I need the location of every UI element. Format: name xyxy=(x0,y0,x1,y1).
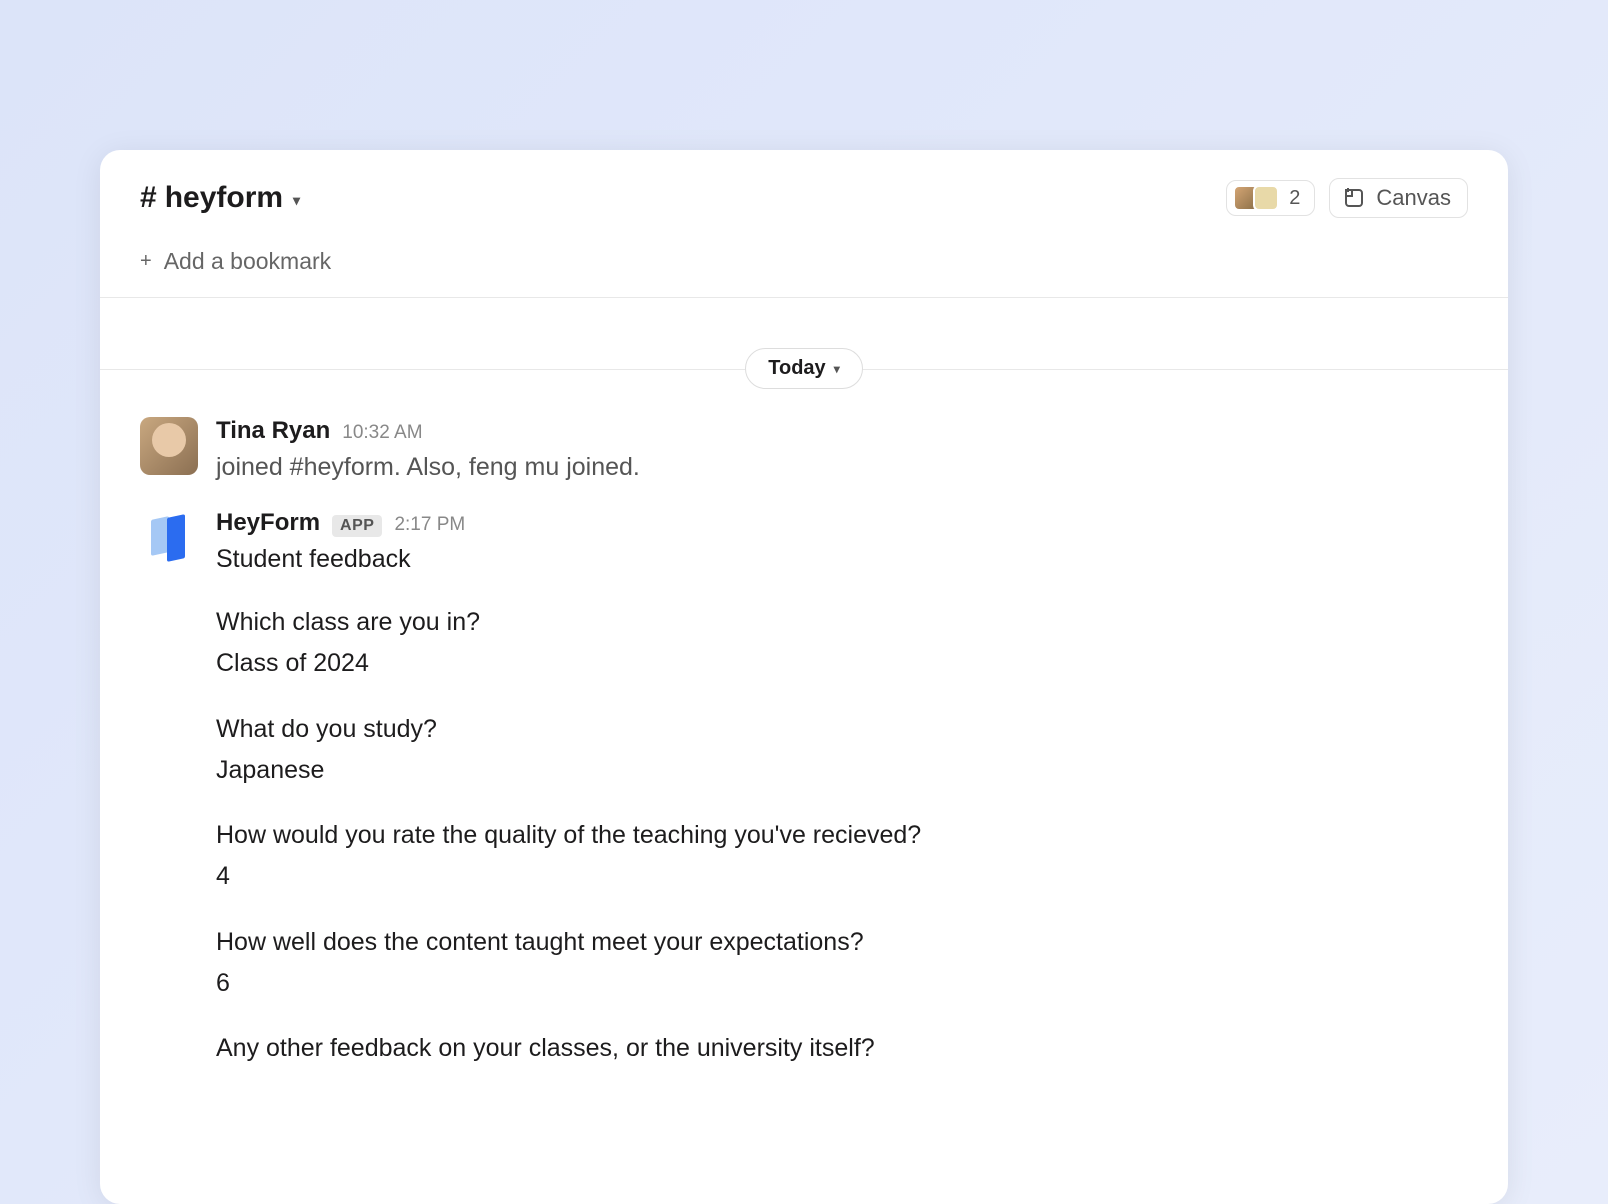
question-text: What do you study? xyxy=(216,709,1468,750)
member-count: 2 xyxy=(1289,187,1300,210)
date-label: Today xyxy=(768,357,825,380)
message-body: HeyForm APP 2:17 PM Student feedback Whi… xyxy=(216,509,1468,1070)
chevron-down-icon: ▾ xyxy=(834,362,840,376)
answer-text: 6 xyxy=(216,963,1468,1004)
message-header: Tina Ryan 10:32 AM xyxy=(216,417,1468,445)
qa-block: How would you rate the quality of the te… xyxy=(216,815,1468,898)
qa-block: How well does the content taught meet yo… xyxy=(216,922,1468,1005)
question-text: Which class are you in? xyxy=(216,602,1468,643)
qa-block: Which class are you in? Class of 2024 xyxy=(216,602,1468,685)
chevron-down-icon: ▾ xyxy=(293,192,300,209)
message-author[interactable]: HeyForm xyxy=(216,509,320,537)
avatar[interactable] xyxy=(140,509,198,567)
channel-header: # heyform ▾ 2 xyxy=(100,150,1508,238)
bookmark-bar: + Add a bookmark xyxy=(100,238,1508,298)
answer-text: Japanese xyxy=(216,750,1468,791)
members-button[interactable]: 2 xyxy=(1226,180,1315,216)
add-bookmark-button[interactable]: + Add a bookmark xyxy=(140,248,1468,275)
canvas-icon xyxy=(1342,186,1366,210)
qa-block: What do you study? Japanese xyxy=(216,709,1468,792)
canvas-label: Canvas xyxy=(1376,185,1451,211)
message-body: Tina Ryan 10:32 AM joined #heyform. Also… xyxy=(216,417,1468,487)
question-text: How well does the content taught meet yo… xyxy=(216,922,1468,963)
channel-name: heyform xyxy=(165,181,283,215)
answer-text: 4 xyxy=(216,856,1468,897)
heyform-logo-icon xyxy=(145,514,193,562)
slack-window: # heyform ▾ 2 xyxy=(100,150,1508,1204)
date-divider: Today ▾ xyxy=(100,348,1508,389)
add-bookmark-label: Add a bookmark xyxy=(164,248,331,275)
message-timestamp[interactable]: 10:32 AM xyxy=(342,422,422,444)
question-text: Any other feedback on your classes, or t… xyxy=(216,1028,1468,1069)
header-actions: 2 Canvas xyxy=(1226,178,1468,218)
canvas-button[interactable]: Canvas xyxy=(1329,178,1468,218)
channel-title-button[interactable]: # heyform ▾ xyxy=(140,181,300,215)
hash-icon: # xyxy=(140,181,157,215)
date-jump-button[interactable]: Today ▾ xyxy=(745,348,862,389)
form-title: Student feedback xyxy=(216,541,1468,579)
plus-icon: + xyxy=(140,250,152,273)
message-timestamp[interactable]: 2:17 PM xyxy=(394,514,465,536)
avatar[interactable] xyxy=(140,417,198,475)
app-badge: APP xyxy=(332,515,382,537)
message-item: HeyForm APP 2:17 PM Student feedback Whi… xyxy=(140,509,1468,1070)
avatar-stack xyxy=(1233,185,1279,211)
answer-text: Class of 2024 xyxy=(216,643,1468,684)
message-item: Tina Ryan 10:32 AM joined #heyform. Also… xyxy=(140,417,1468,487)
message-text: joined #heyform. Also, feng mu joined. xyxy=(216,449,1468,487)
message-list: Tina Ryan 10:32 AM joined #heyform. Also… xyxy=(100,417,1508,1069)
qa-block: Any other feedback on your classes, or t… xyxy=(216,1028,1468,1069)
question-text: How would you rate the quality of the te… xyxy=(216,815,1468,856)
message-header: HeyForm APP 2:17 PM xyxy=(216,509,1468,537)
member-avatar xyxy=(1253,185,1279,211)
message-author[interactable]: Tina Ryan xyxy=(216,417,330,445)
